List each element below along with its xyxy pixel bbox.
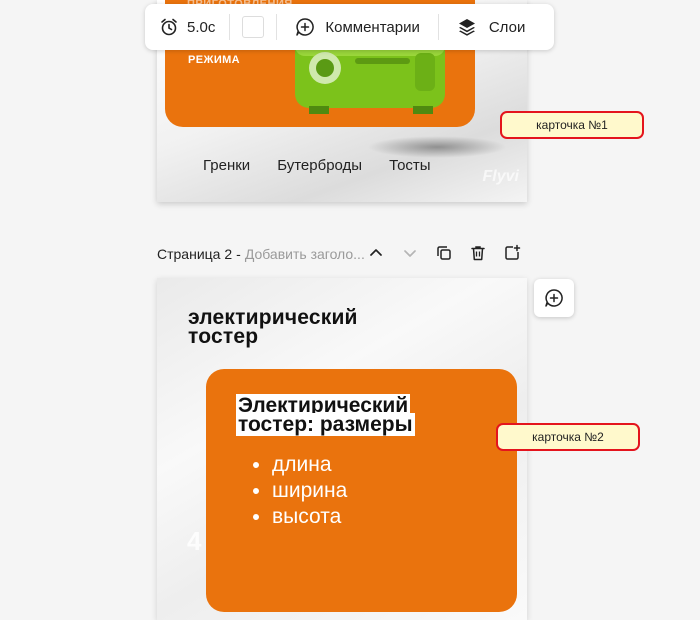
add-page-button[interactable] <box>502 243 522 263</box>
add-comment-icon <box>545 289 563 307</box>
move-up-button[interactable] <box>366 243 386 263</box>
background-page-number: 4 <box>187 526 202 556</box>
orange-content-card[interactable]: Электирический тостер: размеры длина шир… <box>206 369 517 612</box>
slide-heading[interactable]: электирический тостер <box>188 307 358 347</box>
alarm-clock-icon <box>161 18 177 36</box>
delete-page-button[interactable] <box>468 243 488 263</box>
list-item: высота <box>272 504 347 530</box>
layers-label: Слои <box>488 18 526 36</box>
comments-button[interactable]: Комментарии <box>277 4 437 50</box>
add-comment-button[interactable] <box>534 279 574 317</box>
watermark-logo: Flyvi <box>482 168 519 185</box>
product-shadow <box>367 136 507 158</box>
chevron-down-icon <box>404 250 416 257</box>
list-item: длина <box>272 452 347 478</box>
copy-icon <box>437 246 451 260</box>
page-actions <box>366 243 522 263</box>
page-label: Страница 2 <box>157 246 233 262</box>
duplicate-page-button[interactable] <box>434 243 454 263</box>
menu-item: Гренки <box>203 157 251 174</box>
banner-mode-text: РЕЖИМА <box>188 54 241 66</box>
layers-button[interactable]: Слои <box>439 4 543 50</box>
page-2-canvas[interactable]: электирический тостер 4 Электирический т… <box>157 278 527 620</box>
card-title[interactable]: Электирический тостер: размеры <box>236 394 415 436</box>
menu-row: Гренки Бутерброды Тосты <box>203 157 431 174</box>
layers-icon <box>458 19 475 36</box>
sticky-note[interactable]: карточка №2 <box>496 423 640 451</box>
add-page-icon <box>505 244 521 260</box>
timer-button[interactable]: 5.0с <box>145 4 229 50</box>
sticky-note[interactable]: карточка №1 <box>500 111 644 139</box>
bullet-list[interactable]: длина ширина высота <box>250 452 347 530</box>
color-swatch <box>242 16 265 38</box>
menu-item: Бутерброды <box>277 157 363 174</box>
list-item: ширина <box>272 478 347 504</box>
add-comment-icon <box>296 18 315 36</box>
page-2-header: Страница 2 - Добавить заголо... <box>157 243 537 265</box>
comments-label: Комментарии <box>325 18 420 36</box>
timer-value: 5.0с <box>187 18 216 36</box>
chevron-up-icon <box>370 249 382 256</box>
page-title-input[interactable]: Добавить заголо... <box>245 246 365 262</box>
background-color-button[interactable] <box>230 4 276 50</box>
menu-item: Тосты <box>389 157 431 174</box>
page-label-separator: - <box>236 246 241 262</box>
move-down-button[interactable] <box>400 243 420 263</box>
trash-icon <box>471 246 485 261</box>
floating-toolbar: 5.0с Комментарии Слои <box>145 4 554 50</box>
